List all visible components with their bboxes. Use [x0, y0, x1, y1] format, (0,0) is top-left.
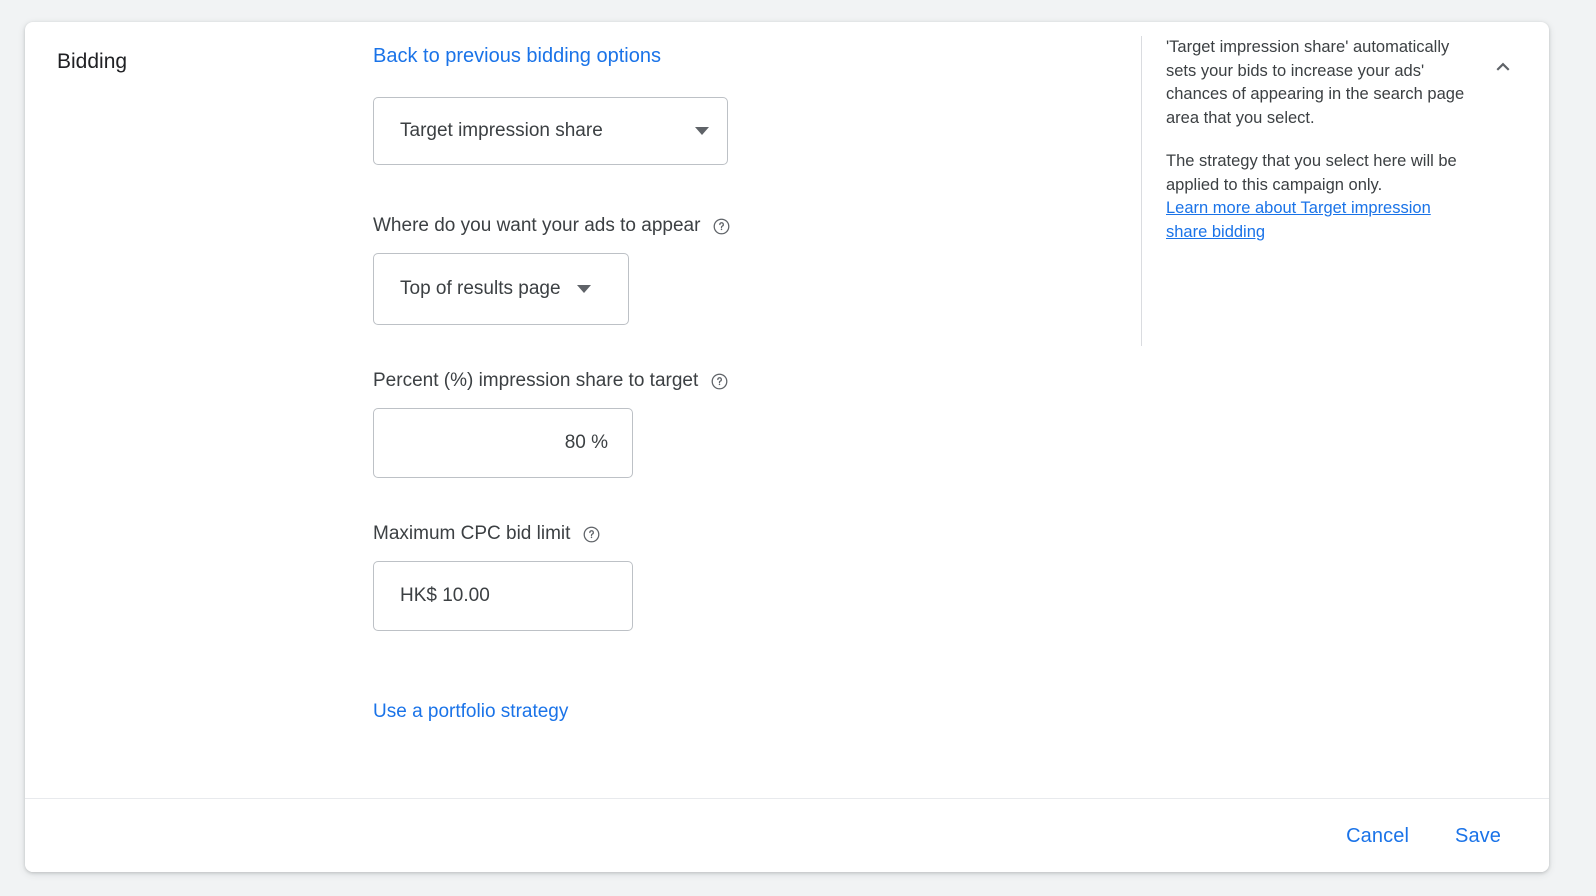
back-to-previous-bidding-options-link[interactable]: Back to previous bidding options: [373, 42, 661, 70]
help-paragraph-2: The strategy that you select here will b…: [1166, 152, 1457, 194]
impression-share-label: Percent (%) impression share to target: [373, 370, 699, 391]
impression-share-label-row: Percent (%) impression share to target: [373, 368, 1113, 394]
help-side-panel: 'Target impression share' automatically …: [1141, 36, 1471, 346]
card-footer: Cancel Save: [25, 798, 1549, 872]
collapse-section-button[interactable]: [1479, 44, 1527, 92]
cancel-button[interactable]: Cancel: [1328, 812, 1427, 860]
card-body: Bidding Back to previous bidding options…: [25, 22, 1549, 798]
help-circle-icon[interactable]: [582, 525, 601, 544]
max-cpc-label-row: Maximum CPC bid limit: [373, 521, 1113, 547]
chevron-up-icon: [1490, 54, 1516, 83]
page-background: Bidding Back to previous bidding options…: [0, 0, 1596, 896]
chevron-down-icon: [695, 127, 709, 135]
ad-location-field-group: Where do you want your ads to appear Top…: [373, 213, 1113, 325]
bidding-form: Back to previous bidding options Target …: [373, 42, 1113, 725]
learn-more-link[interactable]: Learn more about Target impression share…: [1166, 199, 1431, 241]
max-cpc-input[interactable]: [373, 561, 633, 631]
max-cpc-label: Maximum CPC bid limit: [373, 523, 571, 544]
save-button[interactable]: Save: [1437, 812, 1519, 860]
ad-location-label: Where do you want your ads to appear: [373, 215, 701, 236]
bid-strategy-select-value: Target impression share: [400, 120, 603, 141]
page-title: Bidding: [57, 50, 128, 73]
help-circle-icon[interactable]: [710, 372, 729, 391]
ad-location-select-value: Top of results page: [400, 278, 561, 299]
chevron-down-icon: [576, 285, 591, 293]
ad-location-label-row: Where do you want your ads to appear: [373, 213, 1113, 239]
bid-strategy-select[interactable]: Target impression share: [373, 97, 728, 165]
max-cpc-field-group: Maximum CPC bid limit: [373, 521, 1113, 631]
use-portfolio-strategy-link[interactable]: Use a portfolio strategy: [373, 699, 568, 725]
impression-share-input[interactable]: [373, 408, 633, 478]
bidding-settings-card: Bidding Back to previous bidding options…: [25, 22, 1549, 872]
impression-share-field-group: Percent (%) impression share to target: [373, 368, 1113, 478]
help-paragraph-1: 'Target impression share' automatically …: [1166, 38, 1465, 127]
help-circle-icon[interactable]: [712, 217, 731, 236]
ad-location-select[interactable]: Top of results page: [373, 253, 629, 325]
